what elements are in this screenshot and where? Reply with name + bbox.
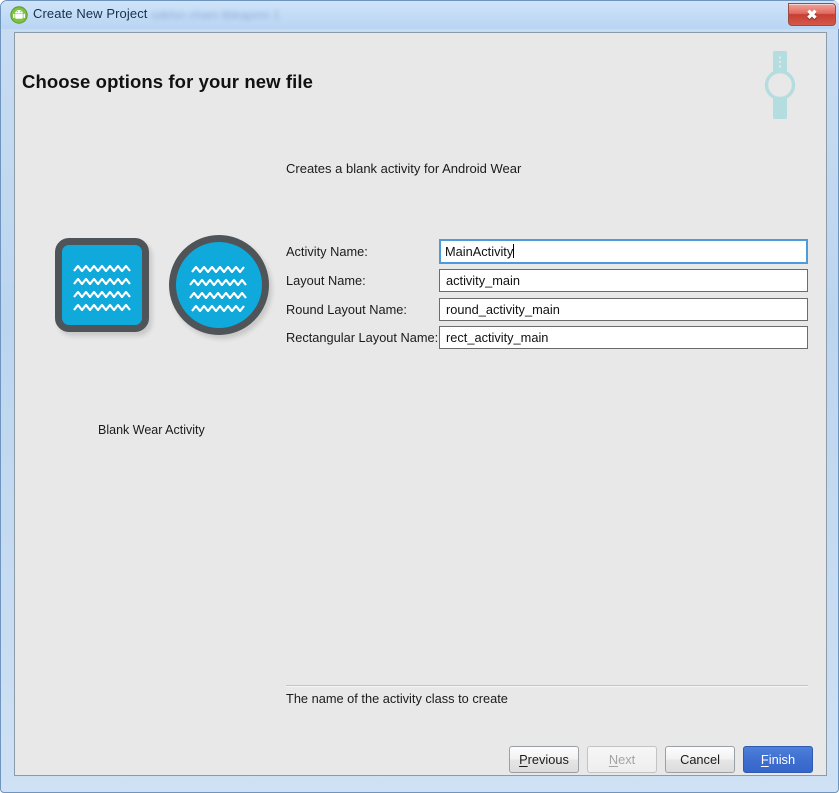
window-title: Create New Project — [33, 6, 148, 21]
square-preview-lines — [62, 265, 142, 311]
rectangular-layout-name-value: rect_activity_main — [446, 330, 549, 346]
round-preview-lines — [176, 266, 262, 312]
zigzag-line — [73, 278, 131, 285]
text-caret — [513, 244, 515, 258]
rectangular-layout-name-input[interactable]: rect_activity_main — [439, 326, 808, 350]
zigzag-line — [73, 291, 131, 298]
options-form: Activity Name: MainActivity Layout Name:… — [286, 239, 808, 355]
field-row-activity-name: Activity Name: MainActivity — [286, 239, 808, 269]
rectangular-layout-name-label: Rectangular Layout Name: — [286, 330, 439, 346]
zigzag-line — [189, 279, 247, 286]
finish-button-label-rest: inish — [768, 752, 796, 767]
previous-button-label-rest: revious — [527, 752, 569, 767]
cancel-button-label: Cancel — [680, 752, 720, 767]
template-description: Creates a blank activity for Android Wea… — [286, 161, 522, 176]
activity-name-value: MainActivity — [445, 244, 514, 259]
round-layout-name-value: round_activity_main — [446, 301, 560, 317]
finish-button[interactable]: Finish — [743, 746, 813, 773]
template-caption: Blank Wear Activity — [98, 423, 205, 437]
round-watch-face-preview[interactable] — [169, 235, 269, 335]
close-button[interactable]: ✖ — [788, 3, 836, 26]
create-new-project-window: Create New Project sdkfsn cham libkapmn … — [0, 0, 839, 793]
zigzag-line — [191, 305, 245, 312]
zigzag-line — [191, 266, 245, 273]
square-watch-face-preview[interactable] — [55, 238, 149, 332]
previous-button[interactable]: Previous — [509, 746, 579, 773]
field-row-round-layout-name: Round Layout Name: round_activity_main — [286, 297, 808, 327]
activity-name-label: Activity Name: — [286, 244, 368, 259]
layout-name-value: activity_main — [446, 272, 520, 288]
window-titlebar[interactable]: Create New Project sdkfsn cham libkapmn … — [1, 1, 839, 29]
smartwatch-icon — [758, 51, 802, 119]
android-icon — [10, 6, 28, 24]
field-row-layout-name: Layout Name: activity_main — [286, 268, 808, 298]
zigzag-line — [73, 265, 131, 272]
layout-name-input[interactable]: activity_main — [439, 268, 808, 292]
field-row-rectangular-layout-name: Rectangular Layout Name: rect_activity_m… — [286, 326, 808, 355]
next-button-label-rest: ext — [618, 752, 636, 767]
background-window-ghost-text: sdkfsn cham libkapmn 1 — [151, 8, 280, 22]
footer-separator — [286, 685, 808, 687]
next-button[interactable]: Next — [587, 746, 657, 773]
zigzag-line — [189, 292, 247, 299]
dialog-content-panel: Choose options for your new file Creates… — [14, 32, 827, 776]
dialog-button-bar: Previous Next Cancel Finish — [15, 746, 828, 777]
close-icon: ✖ — [806, 7, 818, 22]
activity-name-input[interactable]: MainActivity — [439, 239, 808, 264]
layout-name-label: Layout Name: — [286, 272, 366, 288]
template-preview-group — [43, 233, 273, 343]
cancel-button[interactable]: Cancel — [665, 746, 735, 773]
zigzag-line — [73, 304, 131, 311]
round-layout-name-input[interactable]: round_activity_main — [439, 297, 808, 321]
page-title: Choose options for your new file — [22, 71, 313, 92]
round-layout-name-label: Round Layout Name: — [286, 301, 407, 317]
field-help-text: The name of the activity class to create — [286, 691, 508, 706]
